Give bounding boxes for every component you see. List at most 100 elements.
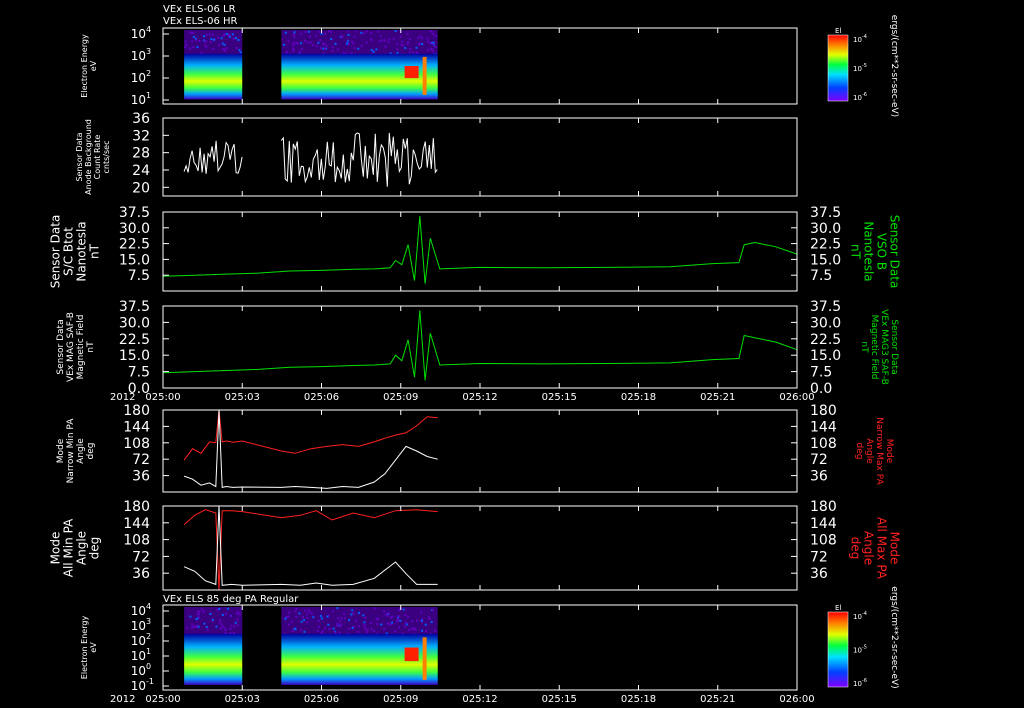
heatmap-pixel <box>397 618 399 620</box>
heatmap-pixel <box>352 42 354 44</box>
heatmap-pixel <box>292 42 294 44</box>
heatmap-pixel <box>373 51 375 53</box>
heatmap-pixel <box>407 41 409 43</box>
right-axis-label-3-line: Magnetic Field <box>869 315 879 380</box>
heatmap-pixel <box>195 626 197 628</box>
colorbar-tick: 10 <box>853 613 862 621</box>
heatmap-pixel <box>360 32 362 34</box>
heatmap-pixel <box>431 621 433 623</box>
heatmap-pixel <box>226 33 228 35</box>
y-axis-label-1-line: Anode Background <box>84 119 93 195</box>
colorbar <box>828 35 848 101</box>
heatmap-pixel <box>408 629 410 631</box>
heatmap-pixel <box>218 44 220 46</box>
heatmap-pixel <box>212 619 214 621</box>
right-axis-label-5-line: Mode <box>888 532 902 565</box>
heatmap-pixel <box>339 625 341 627</box>
heatmap-pixel <box>235 622 237 624</box>
heatmap-pixel <box>388 612 390 614</box>
heatmap-pixel <box>230 615 232 617</box>
colorbar-tick-exponent: -4 <box>862 34 867 40</box>
y-axis-label-4-line: Angle <box>76 438 86 464</box>
heatmap-pixel <box>219 621 221 623</box>
heatmap-pixel <box>239 613 241 615</box>
heatmap-pixel <box>303 631 305 633</box>
y-tick-exponent: 3 <box>146 617 151 626</box>
heatmap-pixel <box>225 613 227 615</box>
heatmap-pixel <box>340 35 342 37</box>
y-tick-label-right: 108 <box>810 436 837 452</box>
heatmap-pixel <box>385 46 387 48</box>
colorbar <box>828 612 848 687</box>
heatmap-pixel <box>191 41 193 43</box>
heatmap-enhancement <box>423 637 427 680</box>
heatmap-pixel <box>337 607 339 609</box>
heatmap-pixel <box>321 617 323 619</box>
heatmap-enhancement <box>405 66 419 78</box>
y-tick-label: 180 <box>123 403 150 419</box>
heatmap-pixel <box>358 612 360 614</box>
heatmap-pixel <box>379 40 381 42</box>
header-line-1: VEx ELS-06 LR <box>163 4 236 15</box>
heatmap-pixel <box>384 40 386 42</box>
heatmap-pixel <box>185 44 187 46</box>
heatmap-pixel <box>204 40 206 42</box>
heatmap-pixel <box>221 625 223 627</box>
heatmap-pixel <box>362 614 364 616</box>
heatmap-pixel <box>295 42 297 44</box>
heatmap-pixel <box>294 610 296 612</box>
heatmap-pixel <box>376 618 378 620</box>
heatmap-pixel <box>184 46 186 48</box>
x-tick-label: 025:21 <box>700 392 735 403</box>
x-tick-label: 025:21 <box>700 694 735 705</box>
y-axis-label-0-line: Electron Energy <box>80 34 89 98</box>
heatmap-pixel <box>235 47 237 49</box>
y-tick-exponent: 3 <box>146 47 151 56</box>
heatmap-pixel <box>358 625 360 627</box>
heatmap-pixel <box>370 32 372 34</box>
heatmap-pixel <box>344 617 346 619</box>
right-axis-label-4-line: deg <box>854 443 864 460</box>
heatmap-pixel <box>301 48 303 50</box>
y-tick-label: 36 <box>132 469 150 485</box>
x-tick-label: 025:00 <box>145 392 180 403</box>
y-tick-label-right: 22.5 <box>810 332 841 348</box>
panel-frame-1 <box>163 118 797 196</box>
heatmap-pixel <box>229 628 231 630</box>
heatmap-pixel <box>226 47 228 49</box>
y-axis-label-5-line: Angle <box>75 531 89 565</box>
heatmap-pixel <box>210 38 212 40</box>
y-tick-label: 20 <box>132 180 150 196</box>
y-tick-label: 30.0 <box>119 315 150 331</box>
y-axis-label-4: Mode Narrow Min PA Angle deg <box>56 418 96 484</box>
y-axis-label-0: Electron Energy eV <box>80 34 98 98</box>
heatmap-pixel <box>198 40 200 42</box>
heatmap-pixel <box>288 612 290 614</box>
heatmap-pixel <box>413 629 415 631</box>
y-axis-label-3-line: VEx MAG SAF-B <box>66 312 76 382</box>
heatmap-pixel <box>340 623 342 625</box>
heatmap-pixel <box>330 38 332 40</box>
heatmap-pixel <box>400 36 402 38</box>
heatmap-pixel <box>346 43 348 45</box>
right-label-0: ergs/(cm**2-sr-sec-eV) <box>889 15 899 117</box>
panel-frame-0 <box>163 28 797 104</box>
heatmap-pixel <box>215 626 217 628</box>
heatmap-pixel <box>404 47 406 49</box>
y-tick-label: 108 <box>123 533 150 549</box>
y-tick-label-right: 72 <box>810 549 828 565</box>
y-tick-label: 15.0 <box>119 252 150 268</box>
heatmap-pixel <box>365 628 367 630</box>
y-axis-label-2-line: Nanotesla <box>75 221 89 281</box>
heatmap-pixel <box>418 44 420 46</box>
heatmap-pixel <box>317 630 319 632</box>
heatmap-pixel <box>300 33 302 35</box>
heatmap-pixel <box>283 44 285 46</box>
heatmap-pixel <box>427 41 429 43</box>
heatmap-pixel <box>310 41 312 43</box>
y-tick-label: 10 <box>131 604 146 618</box>
heatmap-pixel <box>285 616 287 618</box>
heatmap-pixel <box>309 611 311 613</box>
heatmap-pixel <box>341 617 343 619</box>
heatmap-pixel <box>306 621 308 623</box>
